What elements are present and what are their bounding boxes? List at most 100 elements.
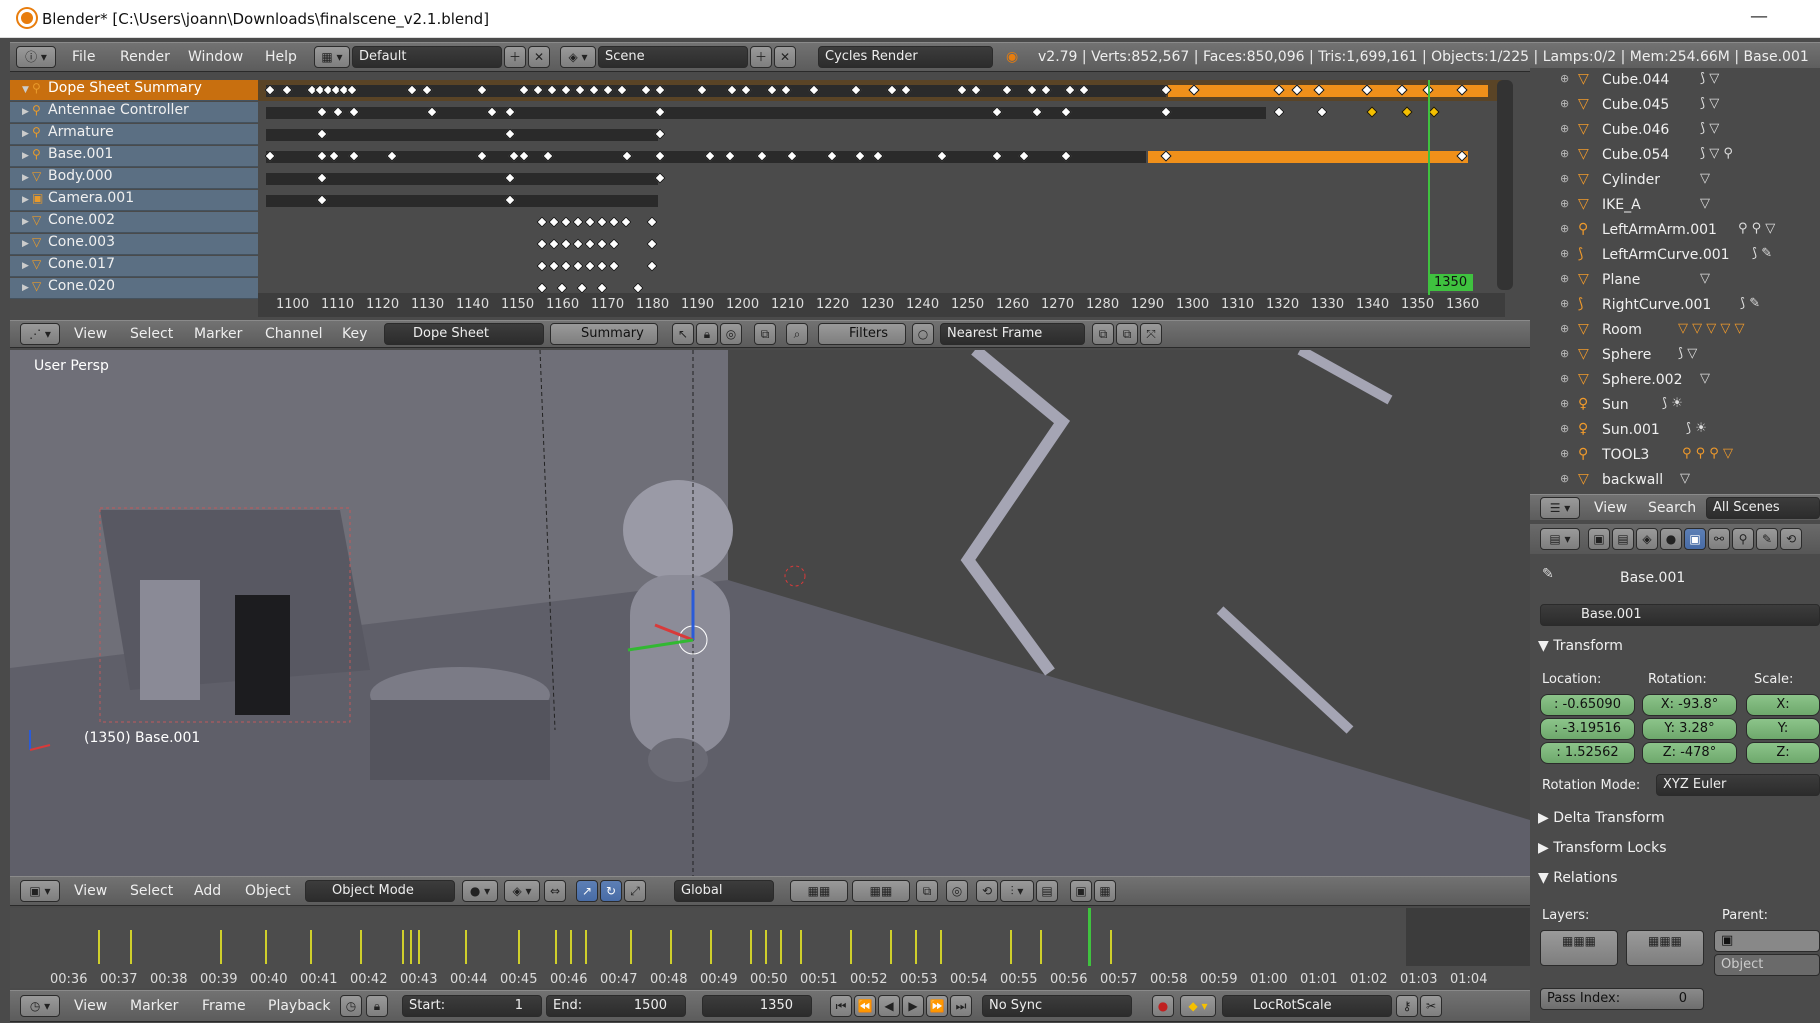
- keyframe[interactable]: [596, 238, 608, 250]
- expand-icon[interactable]: ⊕: [1560, 97, 1569, 110]
- editor-type-icon[interactable]: ⋰ ▾: [20, 323, 60, 345]
- current-frame-field[interactable]: 1350: [702, 995, 812, 1017]
- render-layers-tab-icon[interactable]: ▤: [1612, 528, 1634, 550]
- transform-panel-title[interactable]: ▼ Transform: [1538, 638, 1623, 654]
- outliner-item[interactable]: ⊕ ▽ backwall ▽: [1530, 468, 1820, 493]
- keying-set-field[interactable]: LocRotScale: [1222, 995, 1392, 1017]
- add-scene-icon[interactable]: ＋: [750, 46, 772, 68]
- channel-cone-017[interactable]: ▶ ▽ Cone.017: [10, 256, 258, 277]
- keyframe[interactable]: [596, 282, 608, 294]
- menu-object[interactable]: Object: [245, 883, 291, 899]
- timeline-ruler[interactable]: 00:36 00:37 00:38 00:39 00:40 00:41 00:4…: [10, 908, 1530, 988]
- keyframe[interactable]: [556, 282, 568, 294]
- keyframe[interactable]: [608, 260, 620, 272]
- object-tab-icon[interactable]: ▣: [1684, 528, 1706, 550]
- menu-select[interactable]: Select: [130, 326, 173, 342]
- outliner-item[interactable]: ⊕ ⟆ LeftArmCurve.001 ⟆ ✎: [1530, 243, 1820, 268]
- frame-ruler[interactable]: 1100 1110 1120 1130 1140 1150 1160 1170 …: [258, 293, 1505, 317]
- expand-icon[interactable]: ⊕: [1560, 122, 1569, 135]
- transform-locks-panel[interactable]: ▶ Transform Locks: [1538, 840, 1667, 856]
- ghost-icon[interactable]: ◎: [720, 323, 742, 345]
- keyframe[interactable]: [632, 282, 644, 294]
- jump-end-icon[interactable]: ⏭: [950, 995, 972, 1017]
- layers-grid-icon[interactable]: ▦▦: [790, 880, 848, 902]
- start-frame-field[interactable]: Start: 1: [402, 995, 542, 1017]
- dope-sheet-mode-select[interactable]: Dope Sheet: [384, 323, 544, 345]
- outliner-item[interactable]: ⊕ ♀ Sun ⟆ ☀: [1530, 393, 1820, 418]
- outliner-display-select[interactable]: All Scenes: [1706, 497, 1820, 519]
- expand-arrow-icon[interactable]: ▶: [22, 283, 32, 293]
- jump-start-icon[interactable]: ⏮: [830, 995, 852, 1017]
- keyframe-track-armature[interactable]: [258, 124, 1505, 145]
- menu-key[interactable]: Key: [342, 326, 367, 342]
- menu-file[interactable]: File: [72, 49, 95, 65]
- keyframe[interactable]: [1273, 106, 1285, 118]
- current-frame-line[interactable]: [1428, 80, 1430, 295]
- filters-button[interactable]: Filters: [818, 323, 906, 345]
- record-icon[interactable]: ●: [1152, 995, 1174, 1017]
- translate-icon[interactable]: ↗: [576, 880, 598, 902]
- channel-armature[interactable]: ▶ ⚲ Armature: [10, 124, 258, 145]
- expand-icon[interactable]: ⊕: [1560, 197, 1569, 210]
- shading-icon[interactable]: ● ▾: [462, 880, 498, 902]
- menu-add[interactable]: Add: [194, 883, 221, 899]
- relations-panel-title[interactable]: ▼ Relations: [1538, 870, 1618, 886]
- expand-icon[interactable]: ⊕: [1560, 322, 1569, 335]
- keyframe[interactable]: [536, 238, 548, 250]
- expand-icon[interactable]: ⊕: [1560, 297, 1569, 310]
- remove-scene-icon[interactable]: ✕: [774, 46, 796, 68]
- channel-body-000[interactable]: ▶ ▽ Body.000: [10, 168, 258, 189]
- expand-arrow-icon[interactable]: ▶: [22, 151, 32, 161]
- screen-layout-icon[interactable]: ▦ ▾: [314, 46, 350, 68]
- parent-type-field[interactable]: Object: [1714, 954, 1820, 976]
- screen-layout-select[interactable]: Default: [352, 46, 502, 68]
- channel-cone-002[interactable]: ▶ ▽ Cone.002: [10, 212, 258, 233]
- expand-arrow-icon[interactable]: ▶: [22, 107, 32, 117]
- data-tab-icon[interactable]: ✎: [1756, 528, 1778, 550]
- snap-icon[interactable]: ⟲: [976, 880, 998, 902]
- outliner-item[interactable]: ⊕ ▽ Cube.044 ⟆ ▽: [1530, 68, 1820, 93]
- keyframe[interactable]: [584, 238, 596, 250]
- menu-marker[interactable]: Marker: [194, 326, 242, 342]
- modifier-icons[interactable]: ⚲ ⚲ ▽: [1738, 221, 1775, 236]
- outliner-item[interactable]: ⊕ ▽ Sphere ⟆ ▽: [1530, 343, 1820, 368]
- keyframe-track-cone-002[interactable]: [258, 212, 1505, 233]
- copy-icon[interactable]: ⧉: [754, 323, 776, 345]
- menu-view[interactable]: View: [1594, 500, 1627, 516]
- channel-base-001[interactable]: ▶ ⚲ Base.001: [10, 146, 258, 167]
- copy-keyframes-icon[interactable]: ⧉: [1092, 323, 1114, 345]
- outliner-item[interactable]: ⊕ ⟆ RightCurve.001 ⟆ ✎: [1530, 293, 1820, 318]
- snap-mode-select[interactable]: Nearest Frame: [940, 323, 1085, 345]
- timeline-editor[interactable]: 00:36 00:37 00:38 00:39 00:40 00:41 00:4…: [10, 908, 1530, 988]
- expand-icon[interactable]: ⊕: [1560, 222, 1569, 235]
- outliner-item[interactable]: ⊕ ▽ Cube.045 ⟆ ▽: [1530, 93, 1820, 118]
- keyframe-track-body-000[interactable]: [258, 168, 1505, 189]
- menu-view[interactable]: View: [74, 998, 107, 1014]
- jump-prev-keyframe-icon[interactable]: ⏪: [854, 995, 876, 1017]
- menu-marker[interactable]: Marker: [130, 998, 178, 1014]
- render-engine-select[interactable]: Cycles Render: [818, 46, 993, 68]
- play-reverse-icon[interactable]: ◀: [878, 995, 900, 1017]
- expand-icon[interactable]: ⊕: [1560, 372, 1569, 385]
- keyframe[interactable]: [584, 260, 596, 272]
- expand-icon[interactable]: ⊕: [1560, 472, 1569, 485]
- current-frame-label[interactable]: 1350: [1428, 274, 1474, 291]
- camera-render-icon[interactable]: ▣: [1070, 880, 1092, 902]
- rotation-mode-select[interactable]: XYZ Euler: [1656, 774, 1820, 796]
- expand-arrow-icon[interactable]: ▶: [22, 217, 32, 227]
- modifiers-tab-icon[interactable]: ⚲: [1732, 528, 1754, 550]
- constraints-tab-icon[interactable]: ⚯: [1708, 528, 1730, 550]
- manipulator-icon[interactable]: ⇔: [544, 880, 566, 902]
- outliner-item[interactable]: ⊕ ▽ Room ▽ ▽ ▽ ▽ ▽: [1530, 318, 1820, 343]
- paste-keyframes-icon[interactable]: ⧉: [1116, 323, 1138, 345]
- location-x-field[interactable]: : -0.65090: [1540, 694, 1635, 716]
- render-tab-icon[interactable]: ▣: [1588, 528, 1610, 550]
- modifier-icons[interactable]: ▽: [1700, 196, 1710, 211]
- scale-x-field[interactable]: X:: [1746, 694, 1820, 716]
- keyframe[interactable]: [608, 238, 620, 250]
- menu-select[interactable]: Select: [130, 883, 173, 899]
- expand-icon[interactable]: ⊕: [1560, 422, 1569, 435]
- summary-toggle[interactable]: Summary: [550, 323, 658, 345]
- end-frame-field[interactable]: End: 1500: [546, 995, 686, 1017]
- modifier-icons[interactable]: ⟆ ✎: [1740, 296, 1760, 311]
